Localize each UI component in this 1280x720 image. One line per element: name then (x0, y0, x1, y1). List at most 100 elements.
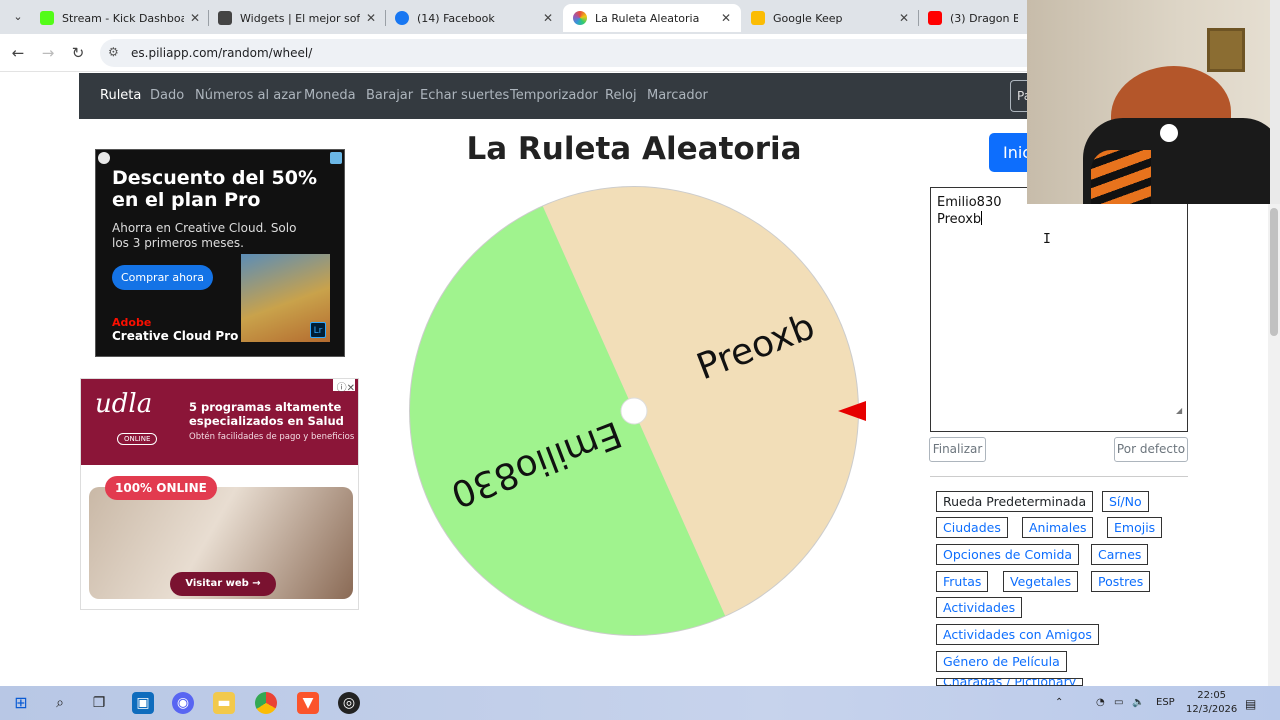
preset-carnes[interactable]: Carnes (1091, 544, 1149, 565)
textarea-resize-handle-icon[interactable]: ◢ (1176, 406, 1182, 415)
divider (930, 476, 1188, 477)
ad-subtitle: Obtén facilidades de pago y beneficios (189, 432, 355, 442)
discord-icon[interactable]: ◉ (172, 692, 194, 714)
tab-title: (14) Facebook (417, 11, 495, 25)
preset-postres[interactable]: Postres (1091, 571, 1151, 592)
chrome-icon[interactable] (255, 692, 277, 714)
brave-icon[interactable]: ▼ (297, 692, 319, 714)
wheel-favicon-icon (573, 11, 587, 25)
site-settings-icon[interactable]: ⚙ (108, 45, 119, 59)
volume-icon[interactable]: 🔈 (1132, 697, 1144, 708)
tray-chevron-up-icon[interactable]: ⌃ (1055, 697, 1063, 708)
task-view-icon[interactable]: ❐ (88, 692, 110, 714)
preset-charadas-pictionary[interactable]: Charadas / Pictionary (936, 678, 1084, 686)
nav-ruleta[interactable]: Ruleta (100, 88, 141, 103)
udla-ad[interactable]: udla ONLINE 5 programas altamente especi… (80, 378, 359, 610)
nav-dado[interactable]: Dado (150, 88, 184, 103)
nav-moneda[interactable]: Moneda (304, 88, 356, 103)
spin-wheel[interactable]: Preoxb Emilio830 (408, 185, 860, 637)
forward-arrow-icon[interactable]: → (37, 42, 59, 64)
finish-button[interactable]: Finalizar (929, 437, 986, 462)
language-indicator[interactable]: ESP (1156, 697, 1175, 708)
entries-textarea[interactable]: Emilio830 Preoxb (930, 187, 1188, 432)
ad-visit-button[interactable]: Visitar web → (170, 572, 276, 596)
ad-photo: Lr (241, 254, 330, 342)
close-tab-icon[interactable]: ✕ (899, 11, 909, 25)
clock-time: 22:05 (1197, 690, 1227, 701)
scrollbar-thumb[interactable] (1270, 208, 1278, 336)
close-tab-icon[interactable]: ✕ (543, 11, 553, 25)
clock[interactable]: 22:05 12/3/2026 (1186, 689, 1237, 717)
preset-rueda-predeterminada[interactable]: Rueda Predeterminada (936, 491, 1094, 512)
nav-barajar[interactable]: Barajar (366, 88, 413, 103)
address-bar[interactable]: ⚙ es.piliapp.com/random/wheel/ (100, 39, 1040, 67)
page-title: La Ruleta Aleatoria (466, 131, 802, 167)
tab-facebook[interactable]: (14) Facebook ✕ (385, 4, 563, 32)
wheel-hub (620, 397, 648, 425)
tab-search-chevron-icon[interactable]: ⌄ (8, 7, 28, 27)
preset-vegetales[interactable]: Vegetales (1003, 571, 1079, 592)
nav-echar-suertes[interactable]: Echar suertes (420, 88, 509, 103)
url-text: es.piliapp.com/random/wheel/ (131, 46, 313, 60)
preset-opciones-de-comida[interactable]: Opciones de Comida (936, 544, 1080, 565)
preset-genero-de-pelicula[interactable]: Género de Película (936, 651, 1067, 672)
network-icon[interactable]: ◔ (1096, 697, 1105, 708)
clock-date: 12/3/2026 (1186, 704, 1238, 715)
search-icon[interactable]: ⌕ (49, 692, 71, 714)
store-icon[interactable]: ▣ (132, 692, 154, 714)
tab-title: Widgets | El mejor software (240, 11, 360, 25)
default-button[interactable]: Por defecto (1114, 437, 1188, 462)
obs-icon[interactable]: ◎ (338, 692, 360, 714)
tab-kick-dashboard[interactable]: Stream - Kick Dashboard ✕ (30, 4, 210, 32)
reload-icon[interactable]: ↻ (67, 42, 89, 64)
preset-si-no[interactable]: Sí/No (1102, 491, 1149, 512)
preset-ciudades[interactable]: Ciudades (936, 517, 1008, 538)
widgets-favicon-icon (218, 11, 232, 25)
ad-online-badge: 100% ONLINE (105, 476, 217, 500)
notifications-icon[interactable]: ▤ (1245, 697, 1256, 711)
ad-info-icon[interactable] (330, 152, 342, 164)
ibeam-cursor-icon: I (1043, 232, 1051, 247)
tab-la-ruleta-aleatoria[interactable]: La Ruleta Aleatoria ✕ (563, 4, 741, 32)
start-button[interactable]: Inic (989, 133, 1029, 172)
page-scrollbar[interactable] (1268, 204, 1280, 686)
entry-line: Preoxb (937, 212, 982, 227)
tab-google-keep[interactable]: Google Keep ✕ (741, 4, 919, 32)
udla-logo-sub: ONLINE (117, 433, 158, 445)
nav-reloj[interactable]: Reloj (605, 88, 637, 103)
ad-headline: Descuento del 50% en el plan Pro (112, 167, 318, 211)
preset-emojis[interactable]: Emojis (1107, 517, 1163, 538)
adobe-ad[interactable]: Descuento del 50% en el plan Pro Ahorra … (95, 149, 345, 357)
preset-actividades[interactable]: Actividades (936, 597, 1023, 618)
close-tab-icon[interactable]: ✕ (721, 11, 731, 25)
tab-title: (3) Dragon Ball Z - (950, 11, 1018, 25)
adobe-logo: Adobe (112, 316, 152, 329)
file-explorer-icon[interactable]: ▬ (213, 692, 235, 714)
webcam-jersey-logo (1160, 124, 1178, 142)
battery-icon[interactable]: ▭ (1114, 697, 1123, 708)
ad-cta-button[interactable]: Comprar ahora (112, 265, 213, 290)
text-caret (981, 211, 983, 225)
youtube-favicon-icon (928, 11, 942, 25)
tab-widgets[interactable]: Widgets | El mejor software ✕ (208, 4, 386, 32)
windows-start-icon[interactable]: ⊞ (10, 692, 32, 714)
tab-title: Stream - Kick Dashboard (62, 11, 184, 25)
windows-taskbar: ⊞ ⌕ ❐ ▣ ◉ ▬ ▼ ◎ ⌃ ◔ ▭ 🔈 ESP 22:05 12/3/2… (0, 686, 1280, 720)
wheel-pointer-icon (838, 401, 866, 421)
nav-temporizador[interactable]: Temporizador (510, 88, 598, 103)
entry-line: Emilio830 (937, 195, 1002, 210)
lightroom-icon: Lr (310, 322, 326, 338)
close-tab-icon[interactable]: ✕ (190, 11, 200, 25)
preset-frutas[interactable]: Frutas (936, 571, 989, 592)
nav-numeros-al-azar[interactable]: Números al azar (195, 88, 301, 103)
preset-animales[interactable]: Animales (1022, 517, 1094, 538)
nav-marcador[interactable]: Marcador (647, 88, 708, 103)
webcam-wall-picture (1207, 28, 1245, 72)
back-arrow-icon[interactable]: ← (7, 42, 29, 64)
tab-title: Google Keep (773, 11, 843, 25)
ad-close-icon[interactable]: ⓘ✕ (333, 379, 355, 394)
tab-youtube-dragon-ball[interactable]: (3) Dragon Ball Z - (918, 4, 1028, 32)
close-tab-icon[interactable]: ✕ (366, 11, 376, 25)
preset-actividades-con-amigos[interactable]: Actividades con Amigos (936, 624, 1099, 645)
kick-favicon-icon (40, 11, 54, 25)
